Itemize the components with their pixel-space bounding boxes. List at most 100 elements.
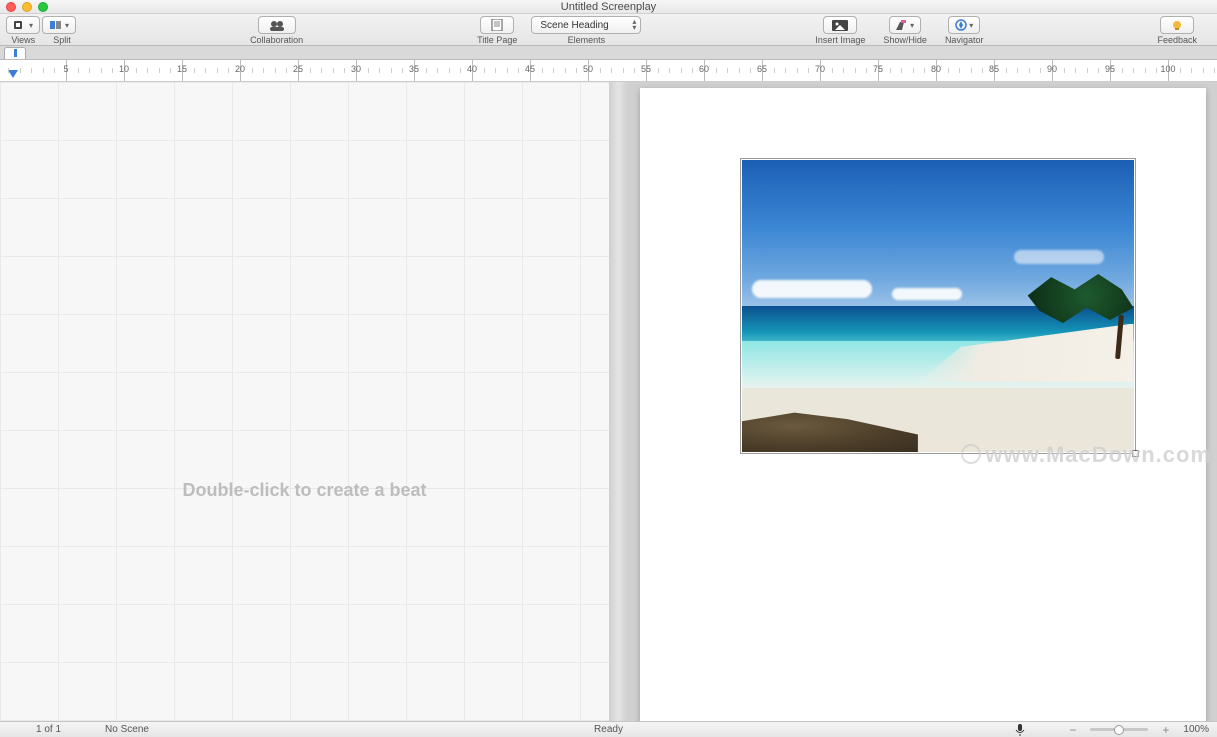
ruler-minor-tick: [54, 68, 55, 73]
insert-image-button[interactable]: [823, 16, 857, 34]
ruler-minor-tick: [576, 68, 577, 73]
beat-board-panel[interactable]: Double-click to create a beat: [0, 82, 609, 721]
ruler-minor-tick: [692, 68, 693, 73]
ruler-minor-tick: [843, 68, 844, 73]
inserted-image[interactable]: [740, 158, 1136, 454]
ruler-number: 40: [467, 64, 477, 74]
ruler-minor-tick: [170, 68, 171, 73]
collaboration-label: Collaboration: [250, 35, 303, 45]
ruler-minor-tick: [1087, 68, 1088, 73]
ruler-minor-tick: [1214, 68, 1215, 73]
status-page-of: 1 of 1: [36, 724, 61, 735]
titlepage-group: Title Page: [477, 16, 517, 45]
ruler-number: 50: [583, 64, 593, 74]
ruler-minor-tick: [1064, 68, 1065, 73]
ruler-minor-tick: [159, 68, 160, 73]
showhide-group: ▾ Show/Hide: [883, 16, 927, 45]
ruler-minor-tick: [78, 68, 79, 73]
ruler-minor-tick: [669, 68, 670, 73]
ruler-minor-tick: [460, 68, 461, 73]
ruler-minor-tick: [681, 68, 682, 73]
compass-icon: [955, 19, 967, 31]
ruler-minor-tick: [484, 68, 485, 73]
ruler-number: 80: [931, 64, 941, 74]
ruler-minor-tick: [321, 68, 322, 73]
ruler-minor-tick: [959, 68, 960, 73]
ruler-number: 65: [757, 64, 767, 74]
feedback-button[interactable]: [1160, 16, 1194, 34]
titlepage-label: Title Page: [477, 35, 517, 45]
toolbar: ▾ ▾ Views Split Collaboration Title Page…: [0, 14, 1217, 46]
collaboration-button[interactable]: [258, 16, 296, 34]
ruler-number: 55: [641, 64, 651, 74]
ruler-minor-tick: [217, 68, 218, 73]
ruler-minor-tick: [368, 68, 369, 73]
feedback-label: Feedback: [1158, 35, 1198, 45]
zoom-in-button[interactable]: +: [1162, 723, 1169, 737]
elements-group: Scene Heading ▴▾ Elements: [531, 16, 641, 45]
ruler-minor-tick: [147, 68, 148, 73]
ruler-number: 15: [177, 64, 187, 74]
ruler-indent-marker[interactable]: [8, 70, 18, 78]
ruler-minor-tick: [252, 68, 253, 73]
ruler-minor-tick: [391, 68, 392, 73]
ruler-number: 85: [989, 64, 999, 74]
navigator-group: ▾ Navigator: [945, 16, 984, 45]
ruler-minor-tick: [275, 68, 276, 73]
ruler-minor-tick: [333, 68, 334, 73]
microphone-icon[interactable]: [1013, 723, 1027, 737]
ruler-minor-tick: [426, 68, 427, 73]
views-button[interactable]: ▾: [6, 16, 40, 34]
night-mode-icon[interactable]: [1041, 723, 1055, 737]
ruler-number: 25: [293, 64, 303, 74]
split-icon: [49, 20, 63, 30]
ruler-minor-tick: [866, 68, 867, 73]
split-button[interactable]: ▾: [42, 16, 76, 34]
zoom-out-button[interactable]: −: [1069, 723, 1076, 737]
ruler-number: 60: [699, 64, 709, 74]
ruler-minor-tick: [1145, 68, 1146, 73]
ruler-minor-tick: [1156, 68, 1157, 73]
ruler-minor-tick: [750, 68, 751, 73]
document-icon: [491, 19, 503, 31]
status-scene: No Scene: [105, 724, 149, 735]
split-gutter[interactable]: [609, 82, 628, 721]
ruler-minor-tick: [43, 68, 44, 73]
ruler-minor-tick: [20, 68, 21, 73]
ruler-minor-tick: [727, 68, 728, 73]
ruler-minor-tick: [542, 68, 543, 73]
ruler-minor-tick: [1098, 68, 1099, 73]
ruler-minor-tick: [797, 68, 798, 73]
ruler-minor-tick: [785, 68, 786, 73]
image-icon: [832, 20, 848, 31]
elements-dropdown[interactable]: Scene Heading ▴▾: [531, 16, 641, 34]
zoom-slider[interactable]: [1090, 728, 1148, 731]
ruler-minor-tick: [101, 68, 102, 73]
ruler[interactable]: 5101520253035404550556065707580859095100…: [0, 60, 1217, 82]
script-panel[interactable]: www.MacDown.com: [628, 82, 1217, 721]
ruler-minor-tick: [112, 68, 113, 73]
ruler-minor-tick: [1017, 68, 1018, 73]
ruler-number: 35: [409, 64, 419, 74]
ruler-minor-tick: [8, 68, 9, 73]
page-icon: [13, 20, 27, 30]
showhide-button[interactable]: ▾: [889, 16, 921, 34]
ruler-number: 20: [235, 64, 245, 74]
ruler-number: 45: [525, 64, 535, 74]
script-page[interactable]: [640, 88, 1206, 721]
elements-label: Elements: [568, 35, 606, 45]
chevron-down-icon: ▾: [910, 21, 914, 30]
beat-grid: [0, 82, 609, 721]
page-tab-1[interactable]: [4, 47, 26, 59]
ruler-minor-tick: [1006, 68, 1007, 73]
ruler-minor-tick: [890, 68, 891, 73]
ruler-minor-tick: [1029, 68, 1030, 73]
views-group: ▾ ▾ Views Split: [6, 16, 76, 45]
image-resize-handle[interactable]: [1132, 450, 1139, 457]
navigator-button[interactable]: ▾: [948, 16, 980, 34]
titlepage-button[interactable]: [480, 16, 514, 34]
split-label: Split: [53, 35, 71, 45]
ruler-minor-tick: [623, 68, 624, 73]
chevron-down-icon: ▾: [969, 21, 973, 30]
status-ready: Ready: [594, 724, 623, 735]
